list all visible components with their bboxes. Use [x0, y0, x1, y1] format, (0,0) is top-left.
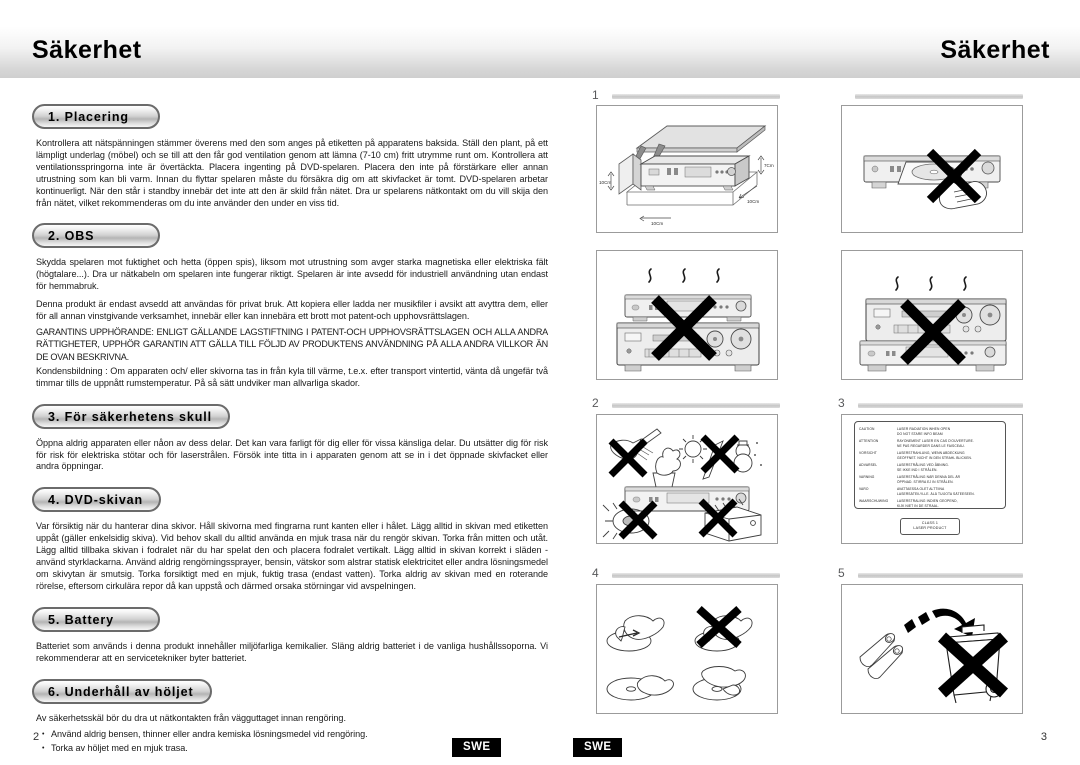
laser-label-table: CAUTION LASER RADIATION WHEN OPEN DO NOT … — [858, 426, 1002, 510]
figure-rule — [612, 94, 780, 99]
laser-label-language: VARO — [859, 487, 869, 491]
laser-label-text: RAYONEMENT LASER EN CAS D'OUVERTURE. NE … — [897, 439, 974, 448]
laser-class-badge-text: CLASS 1 LASER PRODUCT — [913, 521, 947, 531]
laser-label-text: LASER RADIATION WHEN OPEN DO NOT STARE I… — [897, 427, 951, 436]
figure-rule — [855, 94, 1023, 99]
right-page-title: Säkerhet — [940, 36, 1050, 64]
left-page-title: Säkerhet — [32, 36, 142, 64]
figure-placement-clearance: 7Cm 10Cm 10Cm 10Cm — [596, 105, 778, 233]
figure-disc-handling — [596, 584, 778, 714]
figure-number-5: 5 — [838, 566, 845, 580]
figure-rule — [612, 573, 780, 578]
laser-label-text: LASERSTRÅLING VED ÅBNING. SE IKKE IND I … — [897, 463, 949, 472]
dimension-label: 10Cm — [599, 180, 611, 185]
laser-label-text: AVATTAESSA OLET ALTTIINA LASERSÄTEILYLLE… — [897, 487, 975, 496]
figure-rule — [858, 573, 1023, 578]
figure-rule — [858, 403, 1023, 408]
figure-number-3: 3 — [838, 396, 845, 410]
section-heading-obs: 2. OBS — [32, 223, 160, 249]
laser-label-language: VARNING — [859, 475, 875, 479]
safety-sections: 1. Placering Kontrollera att nätspänning… — [32, 104, 548, 756]
laser-label-text: LASERSTRÅLING NÄR DENNA DEL ÄR ÖPPNAD. S… — [897, 475, 961, 484]
section-paragraph: Av säkerhetsskäl bör du dra ut nätkontak… — [36, 712, 346, 723]
dimension-label: 7Cm — [764, 163, 774, 168]
figure-number-2: 2 — [592, 396, 599, 410]
laser-label-language: ADVARSEL — [859, 463, 878, 467]
laser-label-box: CAUTION LASER RADIATION WHEN OPEN DO NOT … — [854, 421, 1006, 509]
figure-number-1: 1 — [592, 88, 599, 102]
laser-label-language: WAARSCHUWING — [859, 499, 889, 503]
section-paragraph: Öppna aldrig apparaten eller nåon av des… — [36, 437, 548, 472]
left-language-tag: SWE — [452, 738, 502, 757]
figure-no-player-on-amplifier — [596, 250, 778, 380]
dimension-label: 10Cm — [747, 199, 759, 204]
laser-label-row: VARNING LASERSTRÅLING NÄR DENNA DEL ÄR ÖP… — [858, 474, 1002, 486]
section-heading-placering: 1. Placering — [32, 104, 160, 129]
laser-class-badge: CLASS 1 LASER PRODUCT — [900, 518, 960, 535]
laser-label-row: VARO AVATTAESSA OLET ALTTIINA LASERSÄTEIL… — [858, 486, 1002, 498]
laser-label-text: LASERSTRALING INDIEN GEOPEND, KIJK NIET … — [897, 499, 958, 508]
laser-label-row: WAARSCHUWING LASERSTRALING INDIEN GEOPEND… — [858, 498, 1002, 510]
laser-label-language: ATTENTION — [859, 439, 879, 443]
section-paragraph: Batteriet som används i denna produkt in… — [36, 640, 548, 663]
figure-number-4: 4 — [592, 566, 599, 580]
laser-label-row: CAUTION LASER RADIATION WHEN OPEN DO NOT … — [858, 426, 1002, 438]
section-paragraph: Skydda spelaren mot fuktighet och hetta … — [36, 257, 548, 292]
section-heading-dvd-skivan: 4. DVD-skivan — [32, 487, 162, 513]
section-paragraph: Kontrollera att nätspänningen stämmer öv… — [36, 138, 548, 208]
laser-label-row: VORSICHT LASERSTRAHLUNG, WENN ABDECKUNG G… — [858, 450, 1002, 462]
laser-label-language: VORSICHT — [859, 451, 877, 455]
section-paragraph-warranty: GARANTINS UPPHÖRANDE: ENLIGT GÄLLANDE LA… — [36, 326, 548, 362]
section-paragraph-condensation: Kondensbildning : Om apparaten och/ elle… — [36, 365, 548, 388]
laser-label-row: ATTENTION RAYONEMENT LASER EN CAS D'OUVER… — [858, 438, 1002, 450]
laser-label-language: CAUTION — [859, 427, 875, 431]
laser-label-text: LASERSTRAHLUNG, WENN ABDECKUNG GEÖFFNET.… — [897, 451, 973, 460]
figure-rule — [612, 403, 780, 408]
dimension-label: 10Cm — [651, 221, 663, 226]
section-heading-battery: 5. Battery — [32, 606, 160, 632]
figure-laser-warning-label: CAUTION LASER RADIATION WHEN OPEN DO NOT … — [841, 414, 1023, 544]
figure-no-hand-on-tray — [841, 105, 1023, 233]
right-language-tag: SWE — [573, 738, 623, 757]
right-page-number: 3 — [1040, 731, 1047, 743]
section-heading-underhall: 6. Underhåll av höljet — [32, 678, 212, 704]
manual-spread: Säkerhet Säkerhet 1. Placering Kontrolle… — [0, 0, 1080, 765]
figure-avoid-heat-moisture — [596, 414, 778, 544]
laser-label-row: ADVARSEL LASERSTRÅLING VED ÅBNING. SE IKK… — [858, 462, 1002, 474]
section-heading-sakerhet: 3. För säkerhetens skull — [32, 403, 231, 429]
left-page-number: 2 — [33, 731, 40, 743]
figure-battery-disposal — [841, 584, 1023, 714]
section-paragraph: Var försiktig när du hanterar dina skivo… — [36, 521, 548, 591]
figure-no-amplifier-on-player — [841, 250, 1023, 380]
section-paragraph: Denna produkt är endast avsedd att använ… — [36, 299, 548, 322]
